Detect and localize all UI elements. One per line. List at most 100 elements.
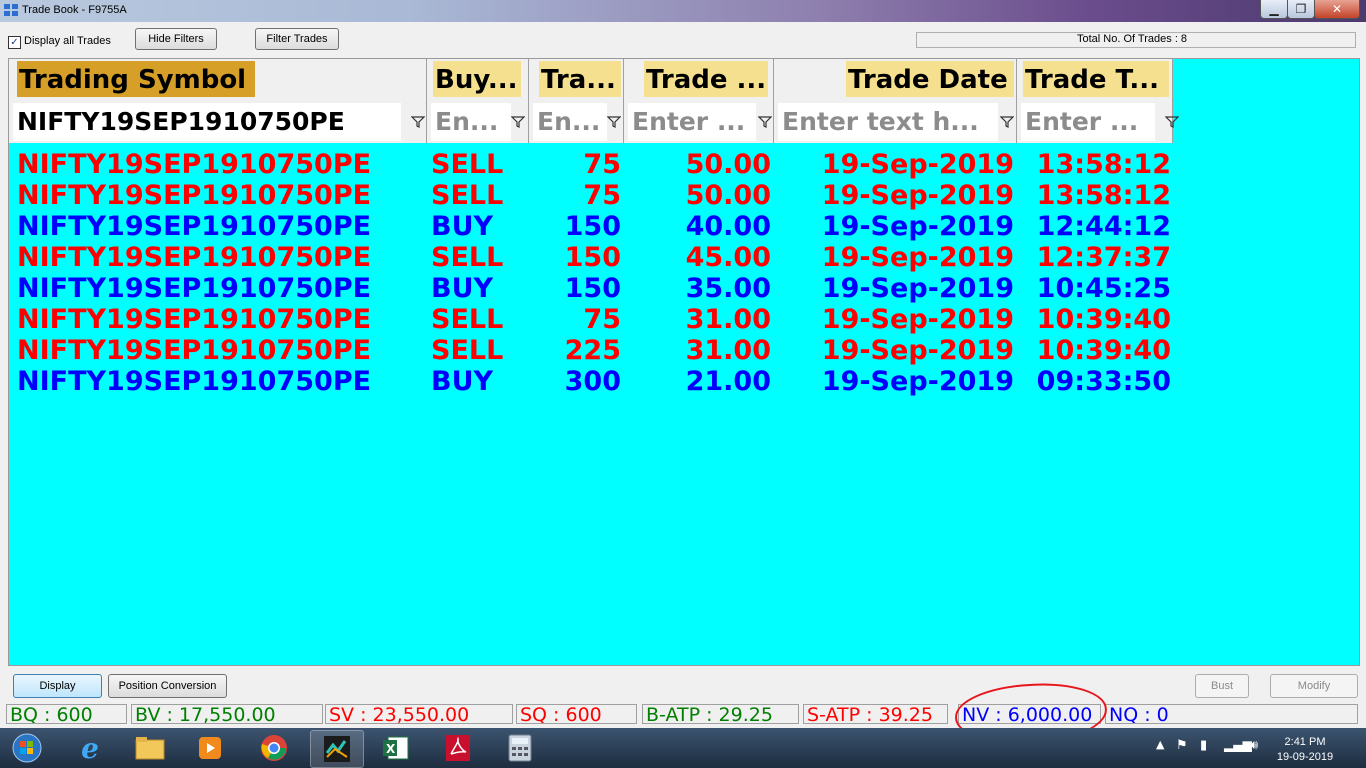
cell-price: 35.00 bbox=[685, 273, 771, 304]
window-title: Trade Book - F9755A bbox=[22, 4, 127, 16]
column-header-trade-qty[interactable]: Tra... bbox=[529, 59, 624, 102]
cell-side: BUY bbox=[431, 211, 494, 242]
windows-start-button[interactable] bbox=[0, 730, 54, 766]
filter-input-symbol[interactable]: NIFTY19SEP1910750PE bbox=[13, 103, 401, 141]
cell-symbol: NIFTY19SEP1910750PE bbox=[17, 211, 372, 242]
trade-row[interactable]: NIFTY19SEP1910750PE SELL 150 45.00 19-Sep-20… bbox=[9, 242, 1179, 273]
filter-cell-buy-sell: En... bbox=[427, 101, 529, 143]
modify-button[interactable]: Modify bbox=[1270, 674, 1358, 698]
cell-price: 21.00 bbox=[685, 366, 771, 397]
taskbar-media-player[interactable] bbox=[184, 730, 236, 766]
minimize-button[interactable]: ▁ bbox=[1260, 0, 1288, 19]
power-icon[interactable]: ▮ bbox=[1200, 738, 1207, 753]
svg-text:X: X bbox=[386, 742, 396, 756]
cell-symbol: NIFTY19SEP1910750PE bbox=[17, 304, 372, 335]
status-sq: SQ : 600 bbox=[516, 704, 637, 724]
cell-date: 19-Sep-2019 bbox=[821, 273, 1014, 304]
cell-price: 40.00 bbox=[685, 211, 771, 242]
taskbar-trading-terminal[interactable] bbox=[310, 730, 364, 768]
show-hidden-icons-icon[interactable]: ▲ bbox=[1156, 738, 1164, 751]
cell-time: 13:58:12 bbox=[1036, 180, 1171, 211]
clock-date: 19-09-2019 bbox=[1276, 751, 1334, 763]
taskbar-calculator[interactable] bbox=[494, 730, 546, 766]
cell-side: SELL bbox=[431, 180, 504, 211]
taskbar-file-explorer[interactable] bbox=[124, 730, 176, 766]
filter-funnel-icon[interactable] bbox=[607, 115, 621, 129]
cell-date: 19-Sep-2019 bbox=[821, 335, 1014, 366]
cell-side: SELL bbox=[431, 304, 504, 335]
cell-price: 31.00 bbox=[685, 335, 771, 366]
filter-cell-date: Enter text h... bbox=[774, 101, 1017, 143]
maximize-button[interactable]: ❐ bbox=[1287, 0, 1315, 19]
trade-row[interactable]: NIFTY19SEP1910750PE SELL 75 31.00 19-Sep-201… bbox=[9, 304, 1179, 335]
windows-logo-icon bbox=[12, 733, 42, 763]
filter-input-buy-sell[interactable]: En... bbox=[431, 103, 511, 141]
trade-row[interactable]: NIFTY19SEP1910750PE BUY 300 21.00 19-Sep-201… bbox=[9, 366, 1179, 397]
chrome-icon bbox=[261, 735, 287, 761]
filter-input-price[interactable]: Enter ... bbox=[628, 103, 756, 141]
network-icon[interactable]: ▂▄▆ bbox=[1224, 738, 1252, 752]
cell-symbol: NIFTY19SEP1910750PE bbox=[17, 335, 372, 366]
excel-icon: X bbox=[383, 736, 409, 760]
display-button[interactable]: Display bbox=[13, 674, 102, 698]
display-all-label: Display all Trades bbox=[24, 35, 111, 47]
trade-row[interactable]: NIFTY19SEP1910750PE SELL 225 31.00 19-Sep-20… bbox=[9, 335, 1179, 366]
status-sv: SV : 23,550.00 bbox=[325, 704, 513, 724]
column-header-trade-date[interactable]: Trade Date bbox=[774, 59, 1017, 102]
column-header-trade-time[interactable]: Trade T... bbox=[1017, 59, 1173, 102]
filter-input-time[interactable]: Enter ... bbox=[1021, 103, 1155, 141]
total-trades-box: Total No. Of Trades : 8 bbox=[916, 32, 1356, 48]
hide-filters-button[interactable]: Hide Filters bbox=[135, 28, 217, 50]
cell-time: 10:39:40 bbox=[1036, 335, 1171, 366]
cell-side: BUY bbox=[431, 273, 494, 304]
cell-date: 19-Sep-2019 bbox=[821, 180, 1014, 211]
minimize-icon: ▁ bbox=[1269, 2, 1279, 16]
taskbar-acrobat-reader[interactable] bbox=[432, 730, 484, 766]
filter-input-qty[interactable]: En... bbox=[533, 103, 607, 141]
cell-time: 12:44:12 bbox=[1036, 211, 1171, 242]
filter-funnel-icon[interactable] bbox=[411, 115, 425, 129]
trade-row[interactable]: NIFTY19SEP1910750PE BUY 150 40.00 19-Sep-201… bbox=[9, 211, 1179, 242]
status-nq: NQ : 0 bbox=[1105, 704, 1358, 724]
trade-row[interactable]: NIFTY19SEP1910750PE BUY 150 35.00 19-Sep-201… bbox=[9, 273, 1179, 304]
volume-icon[interactable]: 🔊︎ bbox=[1250, 738, 1258, 753]
filter-funnel-icon[interactable] bbox=[1000, 115, 1014, 129]
restore-icon: ❐ bbox=[1295, 2, 1307, 16]
cell-date: 19-Sep-2019 bbox=[821, 242, 1014, 273]
trade-row[interactable]: NIFTY19SEP1910750PE SELL 75 50.00 19-Sep-201… bbox=[9, 149, 1179, 180]
status-bq: BQ : 600 bbox=[6, 704, 127, 724]
bust-button[interactable]: Bust bbox=[1195, 674, 1249, 698]
cell-date: 19-Sep-2019 bbox=[821, 149, 1014, 180]
filter-trades-button[interactable]: Filter Trades bbox=[255, 28, 339, 50]
column-header-buy-sell[interactable]: Buy... bbox=[427, 59, 529, 102]
filter-input-date[interactable]: Enter text h... bbox=[778, 103, 998, 141]
column-header-label: Trade T... bbox=[1023, 61, 1169, 97]
filter-funnel-icon[interactable] bbox=[758, 115, 772, 129]
taskbar-chrome[interactable] bbox=[248, 730, 300, 766]
total-trades-text: Total No. Of Trades : 8 bbox=[1077, 33, 1188, 45]
system-clock[interactable]: 2:41 PM 19-09-2019 bbox=[1276, 735, 1334, 765]
cell-side: SELL bbox=[431, 242, 504, 273]
trade-grid: Trading Symbol Buy... Tra... Trade ... T… bbox=[8, 58, 1360, 666]
status-batp: B-ATP : 29.25 bbox=[642, 704, 799, 724]
display-all-checkbox[interactable]: ✓ bbox=[8, 36, 21, 49]
cell-side: SELL bbox=[431, 335, 504, 366]
taskbar-excel[interactable]: X bbox=[370, 730, 422, 766]
close-button[interactable]: ✕ bbox=[1314, 0, 1360, 19]
cell-time: 09:33:50 bbox=[1036, 366, 1171, 397]
filter-funnel-icon[interactable] bbox=[1165, 115, 1179, 129]
filter-funnel-icon[interactable] bbox=[511, 115, 525, 129]
cell-qty: 75 bbox=[583, 180, 621, 211]
trade-row[interactable]: NIFTY19SEP1910750PE SELL 75 50.00 19-Sep-201… bbox=[9, 180, 1179, 211]
taskbar-internet-explorer[interactable]: e bbox=[64, 730, 116, 766]
cell-qty: 75 bbox=[583, 304, 621, 335]
cell-qty: 150 bbox=[564, 273, 621, 304]
calculator-icon bbox=[508, 734, 532, 762]
column-header-trading-symbol[interactable]: Trading Symbol bbox=[9, 59, 427, 102]
column-header-trade-price[interactable]: Trade ... bbox=[624, 59, 774, 102]
position-conversion-button[interactable]: Position Conversion bbox=[108, 674, 227, 698]
cell-side: SELL bbox=[431, 149, 504, 180]
action-center-icon[interactable]: ⚑ bbox=[1176, 738, 1188, 753]
column-header-label: Trade ... bbox=[644, 61, 768, 97]
cell-qty: 150 bbox=[564, 211, 621, 242]
